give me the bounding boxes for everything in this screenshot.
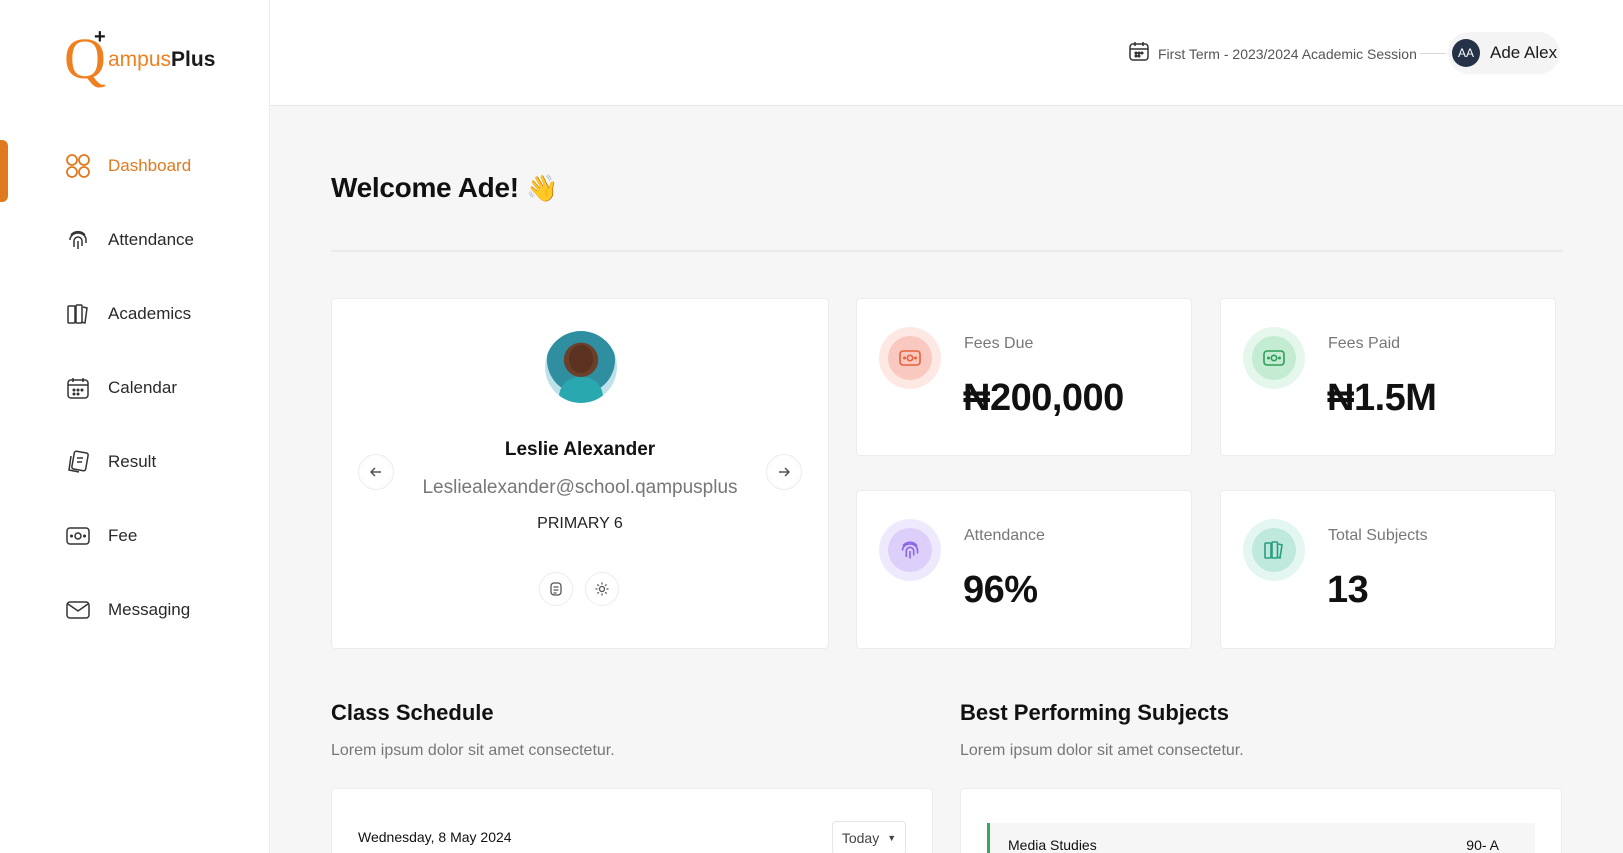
stat-card-attendance[interactable]: Attendance 96% bbox=[856, 490, 1192, 649]
user-name: Ade Alex bbox=[1490, 43, 1558, 62]
class-schedule-card: Wednesday, 8 May 2024 Today ▼ bbox=[331, 788, 933, 853]
id-card-button[interactable] bbox=[539, 572, 573, 606]
sidebar-item-academics[interactable]: Academics bbox=[64, 294, 254, 334]
calendar-icon bbox=[64, 374, 92, 402]
settings-button[interactable] bbox=[585, 572, 619, 606]
arrow-right-icon bbox=[779, 467, 791, 477]
sidebar-item-label: Attendance bbox=[108, 230, 195, 249]
stat-value: 96% bbox=[963, 569, 1038, 611]
chevron-down-icon: ▼ bbox=[887, 833, 897, 843]
sidebar-item-messaging[interactable]: Messaging bbox=[64, 590, 254, 630]
sidebar: Q + ampusPlus Dashboard Attendance Acade… bbox=[0, 0, 270, 853]
stat-card-fees-due[interactable]: Fees Due ₦200,000 bbox=[856, 298, 1192, 456]
top-header: First Term - 2023/2024 Academic Session … bbox=[270, 0, 1623, 106]
stat-value: 13 bbox=[1327, 569, 1369, 611]
student-class: PRIMARY 6 bbox=[537, 515, 623, 532]
stat-value: ₦1.5M bbox=[1327, 377, 1437, 419]
sidebar-item-label: Result bbox=[108, 452, 157, 471]
wave-emoji: 👋 bbox=[526, 173, 559, 203]
schedule-filter-select[interactable]: Today ▼ bbox=[832, 821, 906, 853]
calendar-icon bbox=[1128, 40, 1150, 67]
student-avatar bbox=[545, 331, 617, 403]
fingerprint-icon bbox=[64, 226, 92, 254]
divider bbox=[331, 250, 1563, 252]
stat-card-total-subjects[interactable]: Total Subjects 13 bbox=[1220, 490, 1556, 649]
sidebar-item-fee[interactable]: Fee bbox=[64, 516, 254, 556]
stat-card-fees-paid[interactable]: Fees Paid ₦1.5M bbox=[1220, 298, 1556, 456]
sidebar-item-label: Dashboard bbox=[108, 156, 192, 175]
grid-icon bbox=[64, 152, 92, 180]
best-subjects-title: Best Performing Subjects bbox=[960, 700, 1229, 725]
previous-student-button[interactable] bbox=[358, 454, 394, 490]
stat-value: ₦200,000 bbox=[963, 377, 1124, 419]
money-icon bbox=[888, 336, 932, 380]
student-profile-card: Leslie Alexander Lesliealexander@school.… bbox=[331, 298, 829, 649]
stat-label: Total Subjects bbox=[1328, 527, 1428, 544]
fingerprint-icon bbox=[888, 528, 932, 572]
stat-icon-ring bbox=[879, 519, 941, 581]
sidebar-item-label: Calendar bbox=[108, 378, 177, 397]
active-nav-marker bbox=[0, 140, 8, 202]
logo-text: ampusPlus bbox=[108, 48, 216, 71]
books-icon bbox=[1252, 528, 1296, 572]
gear-icon bbox=[595, 582, 609, 596]
schedule-filter-value: Today bbox=[841, 830, 880, 846]
subject-name: Media Studies bbox=[1008, 837, 1097, 853]
stat-label: Fees Paid bbox=[1328, 335, 1401, 352]
sidebar-item-label: Fee bbox=[108, 526, 138, 545]
sidebar-item-result[interactable]: Result bbox=[64, 442, 254, 482]
books-icon bbox=[64, 300, 92, 328]
sidebar-item-calendar[interactable]: Calendar bbox=[64, 368, 254, 408]
user-menu[interactable]: AA Ade Alex bbox=[1448, 32, 1560, 74]
header-divider bbox=[1420, 53, 1446, 54]
arrow-left-icon bbox=[369, 467, 381, 477]
class-schedule-subtitle: Lorem ipsum dolor sit amet consectetur. bbox=[331, 742, 615, 759]
list-item[interactable]: Media Studies 90- A bbox=[987, 823, 1535, 853]
stat-icon-ring bbox=[879, 327, 941, 389]
student-name: Leslie Alexander bbox=[504, 439, 656, 460]
student-email: Lesliealexander@school.qampusplus bbox=[422, 477, 738, 498]
stat-icon-ring bbox=[1243, 519, 1305, 581]
stat-label: Fees Due bbox=[964, 335, 1034, 352]
session-label: First Term - 2023/2024 Academic Session bbox=[1158, 45, 1417, 62]
sidebar-item-label: Messaging bbox=[108, 600, 191, 619]
sidebar-item-dashboard[interactable]: Dashboard bbox=[64, 146, 254, 186]
best-subjects-subtitle: Lorem ipsum dolor sit amet consectetur. bbox=[960, 742, 1244, 759]
best-subjects-card: Media Studies 90- A bbox=[960, 788, 1562, 853]
logo[interactable]: Q + ampusPlus bbox=[64, 26, 224, 92]
logo-plus: + bbox=[94, 26, 106, 48]
academic-session[interactable]: First Term - 2023/2024 Academic Session bbox=[1128, 40, 1417, 67]
stat-icon-ring bbox=[1243, 327, 1305, 389]
result-icon bbox=[64, 448, 92, 476]
subject-score: 90- A bbox=[1466, 837, 1499, 853]
money-icon bbox=[1252, 336, 1296, 380]
avatar: AA bbox=[1452, 39, 1480, 67]
schedule-date: Wednesday, 8 May 2024 bbox=[358, 829, 512, 845]
mail-icon bbox=[64, 596, 92, 624]
money-icon bbox=[64, 522, 92, 550]
id-card-icon bbox=[550, 582, 562, 596]
sidebar-item-label: Academics bbox=[108, 304, 192, 323]
sidebar-item-attendance[interactable]: Attendance bbox=[64, 220, 254, 260]
class-schedule-title: Class Schedule bbox=[331, 700, 494, 725]
next-student-button[interactable] bbox=[766, 454, 802, 490]
page-title: Welcome Ade! 👋 bbox=[331, 172, 559, 203]
stat-label: Attendance bbox=[964, 527, 1045, 544]
